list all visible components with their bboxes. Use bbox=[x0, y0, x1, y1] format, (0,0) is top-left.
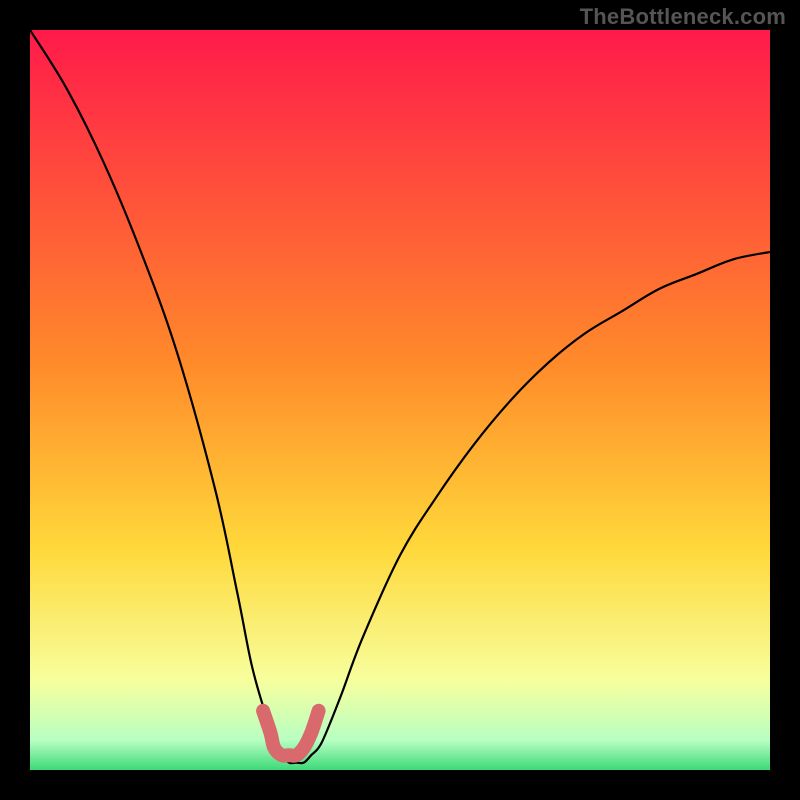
chart-frame: TheBottleneck.com bbox=[0, 0, 800, 800]
watermark-text: TheBottleneck.com bbox=[580, 4, 786, 30]
chart-svg bbox=[30, 30, 770, 770]
plot-area bbox=[30, 30, 770, 770]
gradient-bg bbox=[30, 30, 770, 770]
